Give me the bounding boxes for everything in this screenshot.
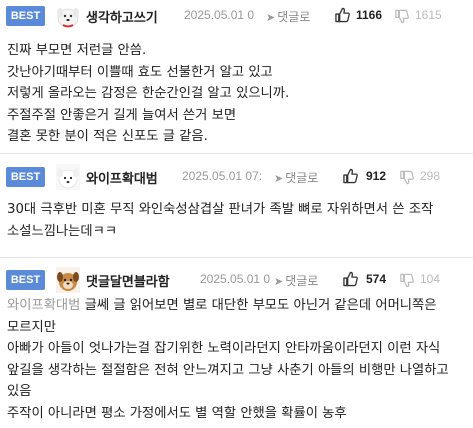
comment-body-text: 글쎄 글 읽어보면 별로 대단한 부모도 아닌거 같은데 어머니쪽은 모르지만 … [7,298,449,421]
reply-label: 댓글로 [285,171,319,185]
comment-item: BEST 댓글달면블라함 2025.05.01 0 ➤ 댓글로 574 104 와… [0,258,473,428]
comment-header: BEST 와이프확대범 2025.05.01 07: ➤ 댓글로 912 298 [0,161,473,195]
downvote-count: 1615 [415,8,442,22]
thumbs-up-icon[interactable] [335,7,350,23]
white-puppy-avatar-icon[interactable] [56,164,80,190]
reply-label: 댓글로 [277,10,311,24]
comment-date: 2025.05.01 07: [182,169,263,183]
thumbs-up-icon[interactable] [343,271,358,287]
dog-avatar-icon[interactable] [56,3,80,29]
mention-link[interactable]: 와이프확대범 [7,298,80,313]
reply-to-comment-button[interactable]: ➤ 댓글로 [272,169,319,186]
upvote-count: 574 [366,272,387,286]
best-badge: BEST [6,167,45,187]
comment-body: 와이프확대범 글쎄 글 읽어보면 별로 대단한 부모도 아닌거 같은데 어머니쪽… [7,295,467,424]
best-badge: BEST [6,270,45,290]
upvote-count: 1166 [356,8,383,22]
thumbs-down-icon[interactable] [395,9,409,24]
downvote-count: 104 [420,272,441,286]
comment-body: 30대 극후반 미혼 무직 와인숙성삼겹살 판녀가 족발 뼈로 자위하면서 쓴 … [7,202,438,239]
comment-date: 2025.05.01 0 [200,272,271,286]
comment-header: BEST 댓글달면블라함 2025.05.01 0 ➤ 댓글로 574 104 [0,264,473,298]
upvote-count: 912 [366,169,387,183]
brown-puppy-avatar-icon[interactable] [56,267,80,293]
comment-item: BEST 생각하고쓰기 2025.05.01 0 ➤ 댓글로 1166 1615 … [0,0,473,154]
downvote-count: 298 [420,169,441,183]
thumbs-down-icon[interactable] [400,273,414,288]
reply-arrow-icon: ➤ [274,172,284,185]
comment-author[interactable]: 댓글달면블라함 [86,271,170,290]
comment-date: 2025.05.01 0 [184,8,255,22]
reply-arrow-icon: ➤ [274,275,284,288]
reply-to-comment-button[interactable]: ➤ 댓글로 [264,8,311,25]
reply-label: 댓글로 [285,274,319,288]
reply-arrow-icon: ➤ [266,11,276,24]
thumbs-up-icon[interactable] [343,168,358,184]
reply-to-comment-button[interactable]: ➤ 댓글로 [272,272,319,289]
comment-body: 진짜 부모면 저런글 안씀. 갓난아기때부터 이쁠때 효도 선불한거 알고 있고… [7,43,290,144]
comment-item: BEST 와이프확대범 2025.05.01 07: ➤ 댓글로 912 298 … [0,154,473,258]
thumbs-down-icon[interactable] [400,170,414,185]
comment-author[interactable]: 와이프확대범 [86,168,158,187]
best-badge: BEST [6,6,45,26]
comment-author[interactable]: 생각하고쓰기 [86,7,158,26]
comment-header: BEST 생각하고쓰기 2025.05.01 0 ➤ 댓글로 1166 1615 [0,0,473,34]
